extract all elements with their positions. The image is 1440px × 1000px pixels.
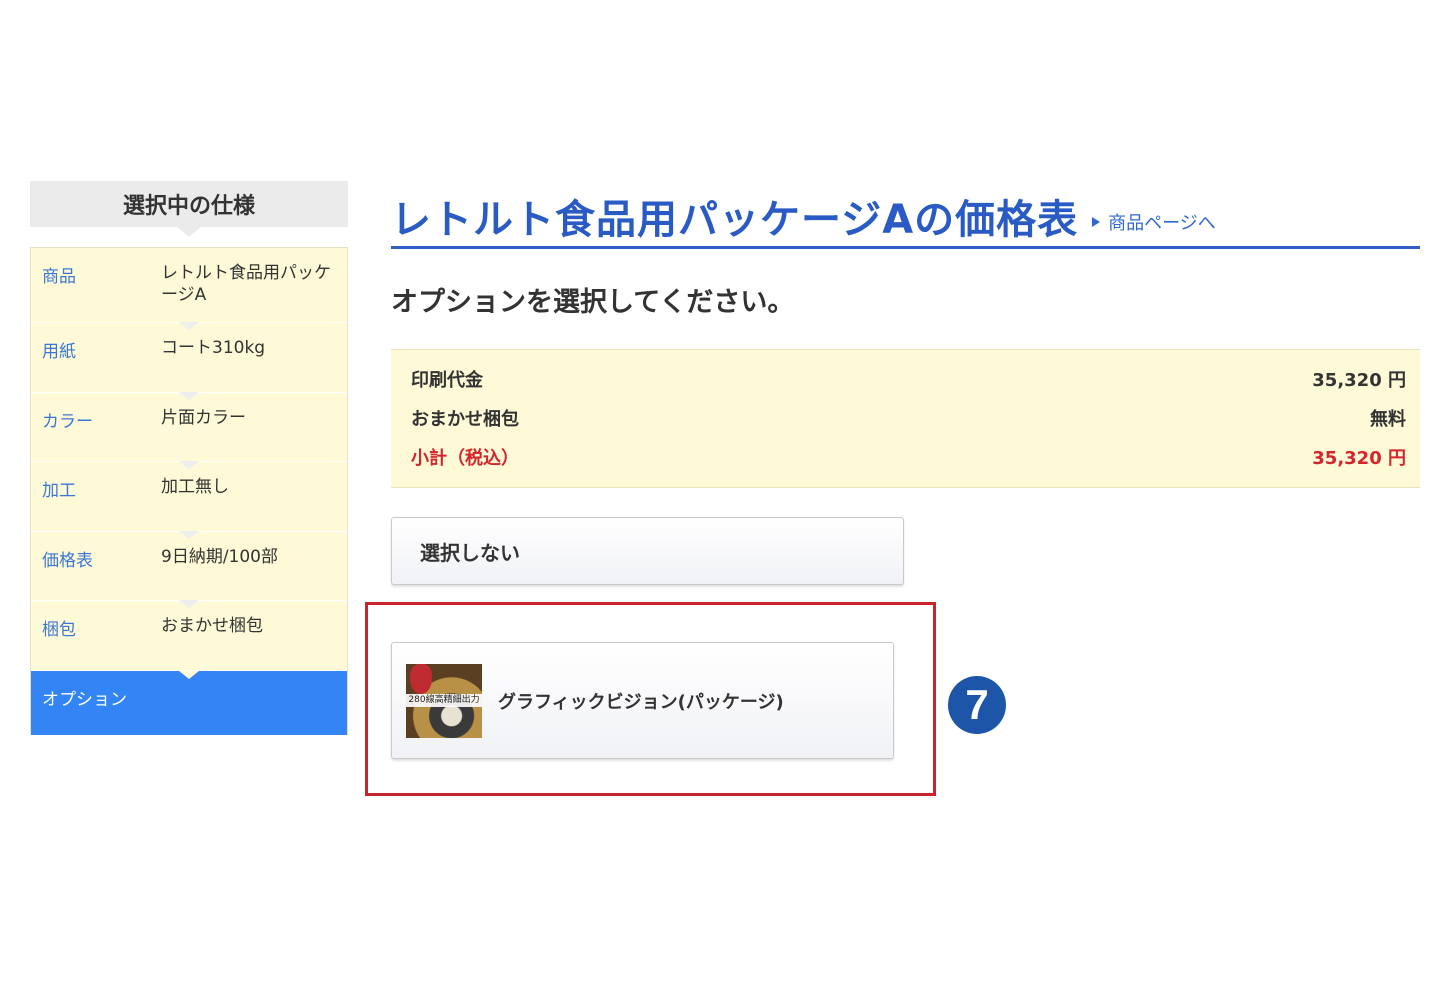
spec-value: 加工無し [161, 477, 229, 497]
sidebar-heading: 選択中の仕様 [30, 181, 348, 237]
instruction-heading: オプションを選択してください。 [391, 287, 795, 318]
spec-key[interactable]: 商品 [42, 262, 161, 287]
spec-row-color[interactable]: カラー 片面カラー [31, 392, 347, 462]
no-option-label: 選択しない [420, 540, 520, 565]
spec-key-active: オプション [42, 690, 127, 710]
price-value: 35,320 円 [1312, 370, 1406, 391]
graphic-vision-label: グラフィックビジョン(パッケージ) [498, 691, 784, 713]
option-thumbnail: 280線高精細出力 [406, 663, 482, 738]
spec-key[interactable]: 加工 [42, 476, 161, 501]
spec-value: 9日納期/100部 [161, 547, 278, 567]
price-row-print: 印刷代金 35,320 円 [411, 366, 1406, 405]
spec-key[interactable]: 梱包 [42, 615, 161, 640]
price-label: 印刷代金 [411, 370, 483, 391]
price-value: 無料 [1370, 409, 1406, 430]
price-row-packing: おまかせ梱包 無料 [411, 405, 1406, 444]
price-summary: 印刷代金 35,320 円 おまかせ梱包 無料 小計（税込） 35,320 円 [391, 349, 1420, 488]
spec-value: レトルト食品用パッケージA [161, 263, 331, 305]
price-row-subtotal: 小計（税込） 35,320 円 [411, 444, 1406, 483]
spec-row-paper[interactable]: 用紙 コート310kg [31, 322, 347, 393]
thumbnail-decoration [410, 663, 432, 694]
spec-value: コート310kg [161, 338, 266, 358]
spec-value: 片面カラー [161, 408, 246, 428]
product-link-label[interactable]: 商品ページへ [1108, 209, 1216, 235]
step-number-badge: 7 [948, 676, 1006, 734]
subtotal-label: 小計（税込） [411, 448, 519, 469]
page-title: レトルト食品用パッケージAの価格表 [391, 197, 1079, 243]
spec-row-price-table[interactable]: 価格表 9日納期/100部 [31, 531, 347, 601]
spec-row-processing[interactable]: 加工 加工無し [31, 461, 347, 532]
spec-value: おまかせ梱包 [161, 616, 263, 636]
graphic-vision-option-button[interactable]: 280線高精細出力 グラフィックビジョン(パッケージ) [391, 642, 894, 759]
spec-sidebar: 選択中の仕様 商品 レトルト食品用パッケージA 用紙 コート310kg カラー … [30, 181, 348, 735]
product-page-link[interactable]: 商品ページへ [1092, 209, 1216, 235]
spec-row-product[interactable]: 商品 レトルト食品用パッケージA [31, 248, 347, 323]
subtotal-value: 35,320 円 [1312, 448, 1406, 469]
thumbnail-caption: 280線高精細出力 [406, 693, 482, 707]
title-row: レトルト食品用パッケージAの価格表 商品ページへ [391, 186, 1420, 249]
spec-list: 商品 レトルト食品用パッケージA 用紙 コート310kg カラー 片面カラー 加… [30, 247, 348, 735]
triangle-right-icon [1092, 217, 1101, 227]
spec-key[interactable]: カラー [42, 407, 161, 432]
spec-row-option-active[interactable]: オプション [31, 671, 347, 735]
no-option-button[interactable]: 選択しない [391, 517, 904, 585]
spec-row-packing[interactable]: 梱包 おまかせ梱包 [31, 600, 347, 671]
price-label: おまかせ梱包 [411, 409, 519, 430]
spec-key[interactable]: 用紙 [42, 337, 161, 362]
spec-key[interactable]: 価格表 [42, 546, 161, 571]
